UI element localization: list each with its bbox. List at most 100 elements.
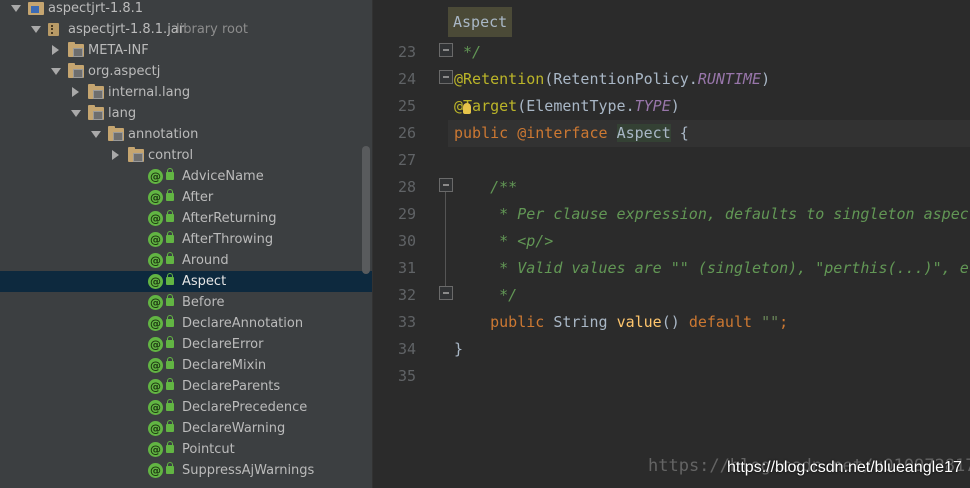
lock-icon [166, 399, 174, 411]
fold-guide [445, 192, 446, 286]
tree-item-label: DeclareAnnotation [182, 316, 304, 331]
tree-item-label: Aspect [182, 274, 227, 289]
lock-icon [166, 462, 174, 474]
code-line[interactable]: public @interface Aspect { [454, 124, 689, 142]
tree-item[interactable]: lang [0, 103, 372, 124]
line-number: 34 [397, 340, 416, 358]
package-folder-icon [88, 105, 104, 120]
tree-item-label: AfterReturning [182, 211, 277, 226]
fold-start-icon[interactable] [439, 70, 453, 84]
tree-item[interactable]: @ DeclareMixin [0, 355, 372, 376]
tree-item[interactable]: annotation [0, 124, 372, 145]
tree-scrollbar[interactable] [362, 146, 370, 274]
tree-item-label: internal.lang [108, 85, 191, 100]
code-line[interactable]: public String value() default ""; [454, 313, 788, 331]
tree-item[interactable]: @ DeclareWarning [0, 418, 372, 439]
code-editor[interactable]: Aspect 23 24 25 26 27 28 29 30 31 32 33 34 35 */ @Ret… [374, 0, 970, 488]
lock-icon [166, 210, 174, 222]
chevron-right-icon[interactable] [110, 145, 122, 166]
fold-end-icon[interactable] [439, 286, 453, 300]
code-line[interactable]: * Valid values are "" (singleton), "pert… [454, 259, 970, 277]
tree-item-label: DeclareError [182, 337, 264, 352]
line-number: 31 [397, 259, 416, 277]
code-token: * Valid values are "" (singleton), "pert… [454, 259, 970, 277]
chevron-down-icon[interactable] [50, 61, 62, 82]
tree-item[interactable]: @ AfterReturning [0, 208, 372, 229]
tree-item[interactable]: @ Before [0, 292, 372, 313]
tree-item[interactable]: @ Aspect [0, 271, 372, 292]
editor-tab-aspect[interactable]: Aspect [448, 7, 513, 37]
chevron-right-icon[interactable] [70, 82, 82, 103]
annotation-icon: @ [148, 316, 163, 331]
chevron-down-icon[interactable] [90, 124, 102, 145]
code-token: RUNTIME [697, 70, 762, 88]
code-line[interactable]: @Target(ElementType.TYPE) [454, 97, 680, 115]
lock-icon [166, 378, 174, 390]
chevron-down-icon[interactable] [10, 0, 22, 19]
tree-item[interactable]: @ Around [0, 250, 372, 271]
line-number: 23 [397, 43, 416, 61]
package-folder-icon [128, 147, 144, 162]
editor-tab-bar: Aspect [374, 0, 970, 38]
code-line[interactable]: * <p/> [454, 232, 553, 250]
tree-item-label: Pointcut [182, 442, 235, 457]
annotation-icon: @ [148, 274, 163, 289]
lock-icon [166, 357, 174, 369]
line-number: 27 [397, 151, 416, 169]
code-line[interactable]: */ [454, 286, 517, 304]
code-token: ; [779, 313, 789, 331]
code-token: public [454, 124, 518, 142]
tree-item-label: org.aspectj [88, 64, 161, 79]
annotation-icon: @ [148, 295, 163, 310]
tree-item[interactable]: control [0, 145, 372, 166]
code-line[interactable]: @Retention(RetentionPolicy.RUNTIME) [454, 70, 770, 88]
tree-item[interactable]: META-INF [0, 40, 372, 61]
fold-end-icon[interactable] [439, 43, 453, 57]
package-folder-icon [108, 126, 124, 141]
line-number: 25 [397, 97, 416, 115]
tree-item[interactable]: @ Pointcut [0, 439, 372, 460]
tree-item[interactable]: @ DeclareError [0, 334, 372, 355]
tree-item-label: META-INF [88, 43, 149, 58]
project-tree-panel: aspectjrt-1.8.1 aspectjrt-1.8.1.jar librar… [0, 0, 372, 488]
lock-icon [166, 189, 174, 201]
tree-item-label: DeclareWarning [182, 421, 286, 436]
chevron-right-icon[interactable] [50, 40, 62, 61]
lock-icon [166, 420, 174, 432]
lightbulb-icon[interactable] [463, 103, 471, 114]
lock-icon [166, 315, 174, 327]
tree-item[interactable]: aspectjrt-1.8.1 [0, 0, 372, 19]
package-folder-icon [68, 63, 84, 78]
tree-item-label: DeclareParents [182, 379, 281, 394]
line-number: 32 [397, 286, 416, 304]
lock-icon [166, 168, 174, 180]
code-token: (ElementType. [517, 97, 635, 115]
tree-item[interactable]: @ DeclareAnnotation [0, 313, 372, 334]
tree-item[interactable]: @ AfterThrowing [0, 229, 372, 250]
line-number: 24 [397, 70, 416, 88]
code-token: default [688, 313, 762, 331]
tree-item[interactable]: aspectjrt-1.8.1.jar library root [0, 19, 372, 40]
code-line[interactable]: /** [454, 178, 517, 196]
code-token: @Retention [454, 70, 545, 88]
tree-item[interactable]: @ SuppressAjWarnings [0, 460, 372, 481]
annotation-icon: @ [148, 211, 163, 226]
tree-item[interactable]: org.aspectj [0, 61, 372, 82]
tree-item[interactable]: @ DeclareParents [0, 376, 372, 397]
fold-start-icon[interactable] [439, 178, 453, 192]
package-folder-icon [88, 84, 104, 99]
tree-item[interactable]: @ AdviceName [0, 166, 372, 187]
lock-icon [166, 336, 174, 348]
chevron-down-icon[interactable] [70, 103, 82, 124]
tree-item-label: aspectjrt-1.8.1.jar [68, 22, 185, 37]
code-token: { [670, 124, 689, 142]
chevron-down-icon[interactable] [30, 19, 42, 40]
code-line[interactable]: } [454, 340, 463, 358]
tree-item[interactable]: internal.lang [0, 82, 372, 103]
library-root-hint: library root [176, 22, 249, 37]
tree-item[interactable]: @ DeclarePrecedence [0, 397, 372, 418]
code-line[interactable]: * Per clause expression, defaults to sin… [454, 205, 970, 223]
tree-item[interactable]: @ After [0, 187, 372, 208]
code-line[interactable]: */ [454, 43, 481, 61]
